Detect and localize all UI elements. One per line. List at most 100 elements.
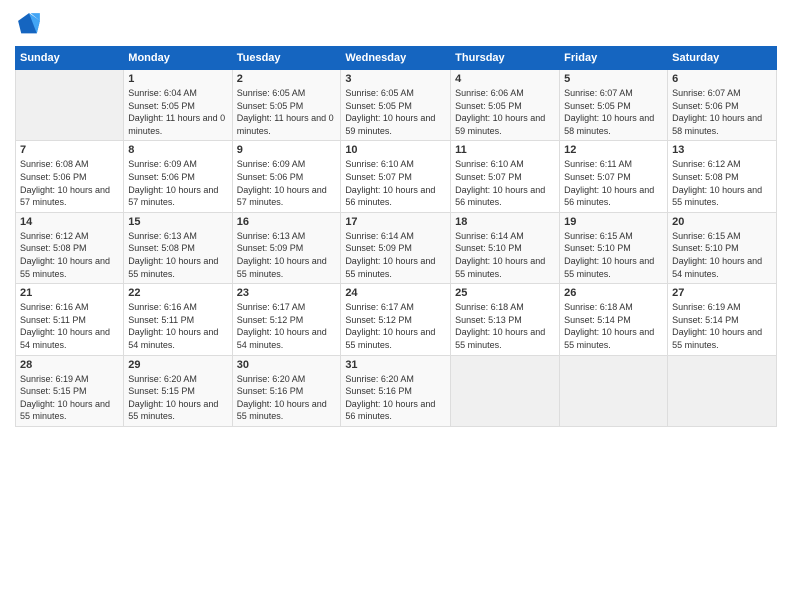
- day-info: Sunrise: 6:10 AM Sunset: 5:07 PM Dayligh…: [455, 158, 555, 208]
- day-number: 15: [128, 216, 227, 228]
- calendar-week-4: 28 Sunrise: 6:19 AM Sunset: 5:15 PM Dayli…: [16, 355, 777, 426]
- day-number: 9: [237, 144, 337, 156]
- calendar-cell: 29 Sunrise: 6:20 AM Sunset: 5:15 PM Dayli…: [124, 355, 232, 426]
- calendar-cell: 15 Sunrise: 6:13 AM Sunset: 5:08 PM Dayli…: [124, 212, 232, 283]
- calendar-cell: [560, 355, 668, 426]
- calendar-week-1: 7Sunrise: 6:08 AM Sunset: 5:06 PM Daylig…: [16, 141, 777, 212]
- calendar-cell: 3 Sunrise: 6:05 AM Sunset: 5:05 PM Daylig…: [341, 70, 451, 141]
- day-info: Sunrise: 6:08 AM Sunset: 5:06 PM Dayligh…: [20, 158, 119, 208]
- calendar-header-row: Sunday Monday Tuesday Wednesday Thursday…: [16, 47, 777, 70]
- day-info: Sunrise: 6:13 AM Sunset: 5:08 PM Dayligh…: [128, 230, 227, 280]
- col-thursday: Thursday: [451, 47, 560, 70]
- day-info: Sunrise: 6:17 AM Sunset: 5:12 PM Dayligh…: [237, 301, 337, 351]
- day-number: 13: [672, 144, 772, 156]
- calendar-cell: 18 Sunrise: 6:14 AM Sunset: 5:10 PM Dayli…: [451, 212, 560, 283]
- day-number: 30: [237, 359, 337, 371]
- calendar-cell: 6 Sunrise: 6:07 AM Sunset: 5:06 PM Daylig…: [668, 70, 777, 141]
- calendar-cell: 11 Sunrise: 6:10 AM Sunset: 5:07 PM Dayli…: [451, 141, 560, 212]
- day-info: Sunrise: 6:19 AM Sunset: 5:15 PM Dayligh…: [20, 373, 119, 423]
- calendar-cell: 5 Sunrise: 6:07 AM Sunset: 5:05 PM Daylig…: [560, 70, 668, 141]
- day-info: Sunrise: 6:15 AM Sunset: 5:10 PM Dayligh…: [672, 230, 772, 280]
- day-info: Sunrise: 6:18 AM Sunset: 5:13 PM Dayligh…: [455, 301, 555, 351]
- day-number: 23: [237, 287, 337, 299]
- calendar: Sunday Monday Tuesday Wednesday Thursday…: [15, 46, 777, 427]
- col-sunday: Sunday: [16, 47, 124, 70]
- calendar-cell: 25 Sunrise: 6:18 AM Sunset: 5:13 PM Dayli…: [451, 284, 560, 355]
- day-number: 3: [345, 73, 446, 85]
- calendar-cell: 17Sunrise: 6:14 AM Sunset: 5:09 PM Dayli…: [341, 212, 451, 283]
- day-number: 8: [128, 144, 227, 156]
- day-number: 21: [20, 287, 119, 299]
- calendar-cell: 9 Sunrise: 6:09 AM Sunset: 5:06 PM Daylig…: [232, 141, 341, 212]
- day-number: 26: [564, 287, 663, 299]
- calendar-week-2: 14 Sunrise: 6:12 AM Sunset: 5:08 PM Dayli…: [16, 212, 777, 283]
- day-number: 14: [20, 216, 119, 228]
- calendar-cell: 22 Sunrise: 6:16 AM Sunset: 5:11 PM Dayli…: [124, 284, 232, 355]
- calendar-cell: 21 Sunrise: 6:16 AM Sunset: 5:11 PM Dayli…: [16, 284, 124, 355]
- day-info: Sunrise: 6:05 AM Sunset: 5:05 PM Dayligh…: [345, 87, 446, 137]
- day-number: 27: [672, 287, 772, 299]
- calendar-cell: 20Sunrise: 6:15 AM Sunset: 5:10 PM Dayli…: [668, 212, 777, 283]
- day-info: Sunrise: 6:07 AM Sunset: 5:05 PM Dayligh…: [564, 87, 663, 137]
- day-info: Sunrise: 6:15 AM Sunset: 5:10 PM Dayligh…: [564, 230, 663, 280]
- day-number: 11: [455, 144, 555, 156]
- day-info: Sunrise: 6:09 AM Sunset: 5:06 PM Dayligh…: [128, 158, 227, 208]
- day-info: Sunrise: 6:09 AM Sunset: 5:06 PM Dayligh…: [237, 158, 337, 208]
- day-number: 1: [128, 73, 227, 85]
- calendar-cell: 31 Sunrise: 6:20 AM Sunset: 5:16 PM Dayli…: [341, 355, 451, 426]
- calendar-cell: 30Sunrise: 6:20 AM Sunset: 5:16 PM Dayli…: [232, 355, 341, 426]
- day-number: 4: [455, 73, 555, 85]
- day-info: Sunrise: 6:16 AM Sunset: 5:11 PM Dayligh…: [128, 301, 227, 351]
- calendar-cell: [668, 355, 777, 426]
- day-info: Sunrise: 6:13 AM Sunset: 5:09 PM Dayligh…: [237, 230, 337, 280]
- calendar-cell: 7Sunrise: 6:08 AM Sunset: 5:06 PM Daylig…: [16, 141, 124, 212]
- day-number: 25: [455, 287, 555, 299]
- day-info: Sunrise: 6:07 AM Sunset: 5:06 PM Dayligh…: [672, 87, 772, 137]
- day-number: 22: [128, 287, 227, 299]
- calendar-cell: 26 Sunrise: 6:18 AM Sunset: 5:14 PM Dayli…: [560, 284, 668, 355]
- calendar-cell: 1Sunrise: 6:04 AM Sunset: 5:05 PM Daylig…: [124, 70, 232, 141]
- calendar-cell: 19 Sunrise: 6:15 AM Sunset: 5:10 PM Dayli…: [560, 212, 668, 283]
- day-number: 2: [237, 73, 337, 85]
- col-tuesday: Tuesday: [232, 47, 341, 70]
- calendar-cell: 16 Sunrise: 6:13 AM Sunset: 5:09 PM Dayli…: [232, 212, 341, 283]
- day-number: 12: [564, 144, 663, 156]
- col-monday: Monday: [124, 47, 232, 70]
- day-number: 6: [672, 73, 772, 85]
- calendar-cell: 23 Sunrise: 6:17 AM Sunset: 5:12 PM Dayli…: [232, 284, 341, 355]
- day-number: 24: [345, 287, 446, 299]
- day-number: 16: [237, 216, 337, 228]
- col-wednesday: Wednesday: [341, 47, 451, 70]
- calendar-cell: 4 Sunrise: 6:06 AM Sunset: 5:05 PM Daylig…: [451, 70, 560, 141]
- day-number: 19: [564, 216, 663, 228]
- calendar-cell: 2 Sunrise: 6:05 AM Sunset: 5:05 PM Daylig…: [232, 70, 341, 141]
- calendar-cell: 27 Sunrise: 6:19 AM Sunset: 5:14 PM Dayli…: [668, 284, 777, 355]
- day-info: Sunrise: 6:17 AM Sunset: 5:12 PM Dayligh…: [345, 301, 446, 351]
- calendar-cell: 24 Sunrise: 6:17 AM Sunset: 5:12 PM Dayli…: [341, 284, 451, 355]
- day-info: Sunrise: 6:14 AM Sunset: 5:10 PM Dayligh…: [455, 230, 555, 280]
- day-number: 31: [345, 359, 446, 371]
- day-number: 5: [564, 73, 663, 85]
- day-number: 18: [455, 216, 555, 228]
- day-info: Sunrise: 6:14 AM Sunset: 5:09 PM Dayligh…: [345, 230, 446, 280]
- day-info: Sunrise: 6:19 AM Sunset: 5:14 PM Dayligh…: [672, 301, 772, 351]
- day-info: Sunrise: 6:05 AM Sunset: 5:05 PM Dayligh…: [237, 87, 337, 137]
- calendar-cell: 14 Sunrise: 6:12 AM Sunset: 5:08 PM Dayli…: [16, 212, 124, 283]
- day-info: Sunrise: 6:18 AM Sunset: 5:14 PM Dayligh…: [564, 301, 663, 351]
- day-info: Sunrise: 6:06 AM Sunset: 5:05 PM Dayligh…: [455, 87, 555, 137]
- day-number: 10: [345, 144, 446, 156]
- day-number: 28: [20, 359, 119, 371]
- day-info: Sunrise: 6:20 AM Sunset: 5:16 PM Dayligh…: [345, 373, 446, 423]
- day-info: Sunrise: 6:16 AM Sunset: 5:11 PM Dayligh…: [20, 301, 119, 351]
- logo-icon: [15, 10, 43, 38]
- calendar-cell: 8 Sunrise: 6:09 AM Sunset: 5:06 PM Daylig…: [124, 141, 232, 212]
- logo: [15, 10, 47, 38]
- calendar-cell: 10Sunrise: 6:10 AM Sunset: 5:07 PM Dayli…: [341, 141, 451, 212]
- header: [15, 10, 777, 38]
- page: Sunday Monday Tuesday Wednesday Thursday…: [0, 0, 792, 612]
- calendar-week-3: 21 Sunrise: 6:16 AM Sunset: 5:11 PM Dayli…: [16, 284, 777, 355]
- day-info: Sunrise: 6:20 AM Sunset: 5:15 PM Dayligh…: [128, 373, 227, 423]
- day-number: 29: [128, 359, 227, 371]
- day-info: Sunrise: 6:12 AM Sunset: 5:08 PM Dayligh…: [20, 230, 119, 280]
- col-saturday: Saturday: [668, 47, 777, 70]
